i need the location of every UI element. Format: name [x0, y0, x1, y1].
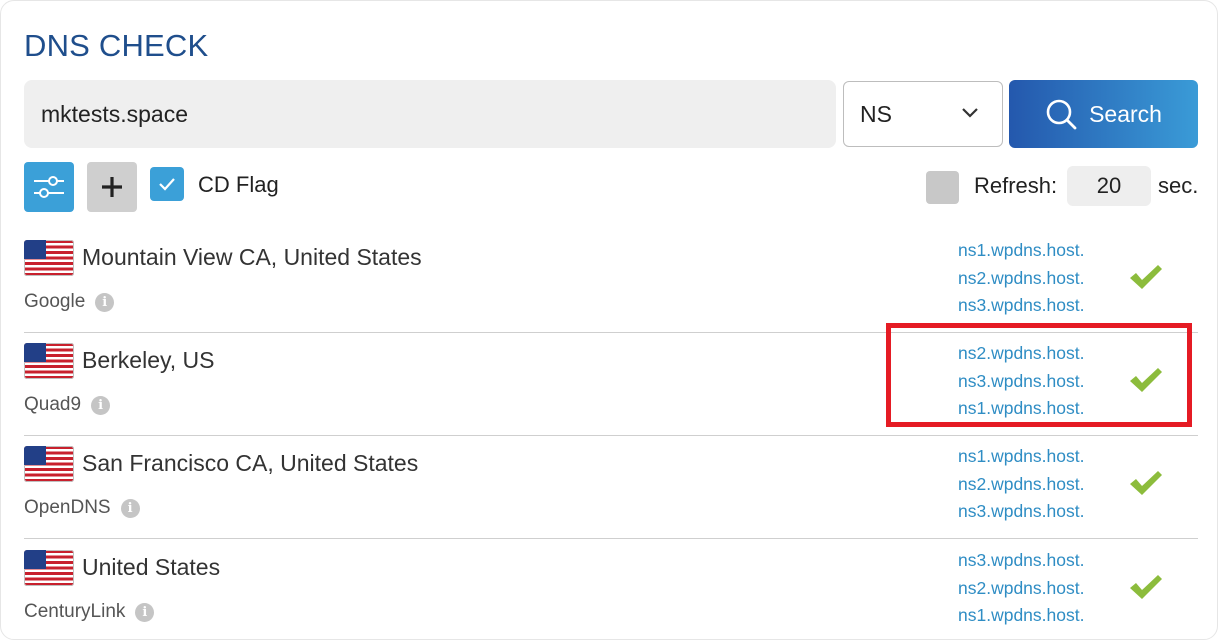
ns-record[interactable]: ns1.wpdns.host.	[958, 602, 1098, 630]
add-button[interactable]	[87, 162, 137, 212]
result-row: Mountain View CA, United States Google i…	[24, 229, 1198, 333]
chevron-down-icon	[962, 108, 978, 118]
checkmark-icon	[159, 178, 175, 191]
us-flag-icon	[24, 446, 74, 482]
provider-name: Quad9	[24, 394, 82, 415]
checkmark-icon	[1130, 265, 1162, 289]
search-button[interactable]: Search	[1009, 80, 1198, 148]
result-location: San Francisco CA, United States	[82, 450, 419, 476]
result-location: Berkeley, US	[82, 347, 215, 373]
refresh-checkbox[interactable]	[926, 171, 959, 204]
search-icon	[1046, 99, 1077, 130]
info-icon[interactable]: i	[91, 395, 111, 415]
domain-input[interactable]: mktests.space	[24, 80, 836, 148]
ns-record[interactable]: ns3.wpdns.host.	[958, 292, 1098, 320]
result-location: Mountain View CA, United States	[82, 244, 422, 270]
result-provider: CenturyLink i	[24, 601, 155, 623]
cd-flag-checkbox[interactable]	[150, 167, 184, 201]
search-button-label: Search	[1089, 100, 1162, 127]
ns-record[interactable]: ns1.wpdns.host.	[958, 237, 1098, 265]
provider-name: CenturyLink	[24, 601, 126, 622]
ns-record-list: ns3.wpdns.host. ns2.wpdns.host. ns1.wpdn…	[958, 547, 1098, 630]
result-provider: Quad9 i	[24, 394, 111, 416]
highlight-box	[886, 323, 1192, 427]
ns-record[interactable]: ns2.wpdns.host.	[958, 265, 1098, 293]
ns-record[interactable]: ns3.wpdns.host.	[958, 547, 1098, 575]
info-icon[interactable]: i	[120, 498, 140, 518]
us-flag-icon	[24, 240, 74, 276]
result-provider: Google i	[24, 291, 115, 313]
record-type-select[interactable]: NS	[843, 81, 1003, 147]
provider-name: Google	[24, 291, 86, 312]
ns-record[interactable]: ns2.wpdns.host.	[958, 575, 1098, 603]
us-flag-icon	[24, 550, 74, 586]
sliders-icon	[34, 176, 64, 198]
refresh-unit-label: sec.	[1158, 173, 1199, 198]
checkmark-icon	[1130, 575, 1162, 599]
result-location: United States	[82, 554, 221, 580]
page-title: DNS CHECK	[24, 28, 209, 63]
result-row: San Francisco CA, United States OpenDNS …	[24, 435, 1198, 539]
ns-record[interactable]: ns1.wpdns.host.	[958, 443, 1098, 471]
record-type-value: NS	[860, 100, 892, 127]
refresh-interval-input[interactable]: 20	[1067, 166, 1151, 206]
ns-record-list: ns1.wpdns.host. ns2.wpdns.host. ns3.wpdn…	[958, 443, 1098, 526]
result-row: United States CenturyLink i ns3.wpdns.ho…	[24, 539, 1198, 642]
ns-record-list: ns1.wpdns.host. ns2.wpdns.host. ns3.wpdn…	[958, 237, 1098, 320]
refresh-label: Refresh:	[974, 173, 1058, 198]
ns-record[interactable]: ns2.wpdns.host.	[958, 471, 1098, 499]
plus-icon	[102, 177, 122, 197]
info-icon[interactable]: i	[95, 292, 115, 312]
info-icon[interactable]: i	[135, 602, 155, 622]
filter-settings-button[interactable]	[24, 162, 74, 212]
ns-record[interactable]: ns3.wpdns.host.	[958, 498, 1098, 526]
result-provider: OpenDNS i	[24, 497, 140, 519]
us-flag-icon	[24, 343, 74, 379]
provider-name: OpenDNS	[24, 497, 111, 518]
checkmark-icon	[1130, 471, 1162, 495]
cd-flag-label: CD Flag	[198, 172, 279, 197]
